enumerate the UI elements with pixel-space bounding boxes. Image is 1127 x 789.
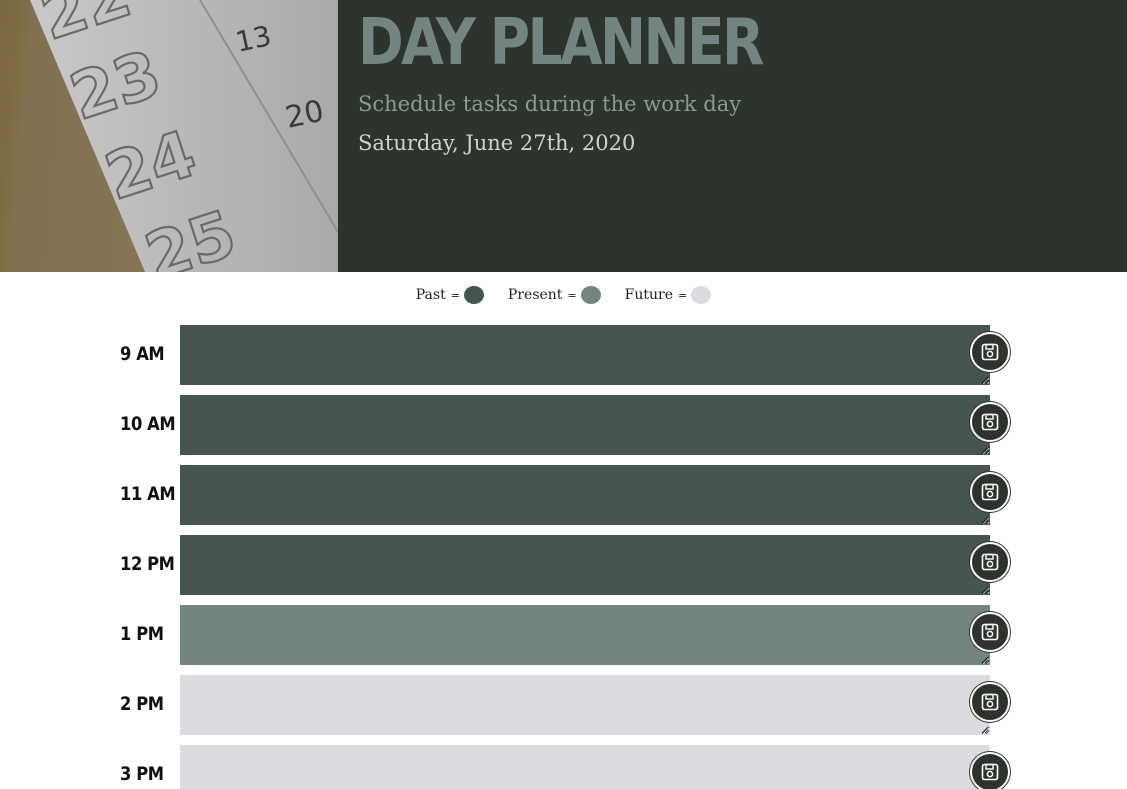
task-input[interactable] bbox=[180, 605, 990, 665]
current-date: Saturday, June 27th, 2020 bbox=[358, 131, 636, 155]
task-input[interactable] bbox=[180, 465, 990, 525]
floppy-disk-icon bbox=[981, 763, 999, 781]
legend-label-past: Past bbox=[415, 287, 446, 303]
task-input[interactable] bbox=[180, 395, 990, 455]
legend-item-past: Past = bbox=[416, 286, 484, 304]
page-title: DAY PLANNER bbox=[358, 6, 764, 80]
floppy-disk-icon bbox=[981, 413, 999, 431]
hour-label: 10 AM bbox=[120, 413, 176, 435]
hour-label: 1 PM bbox=[120, 623, 164, 645]
legend-label-future: Future bbox=[624, 287, 674, 303]
legend-dot-future bbox=[691, 286, 712, 304]
hour-label: 12 PM bbox=[120, 553, 175, 575]
floppy-disk-icon bbox=[981, 693, 999, 711]
hour-label: 11 AM bbox=[120, 483, 176, 505]
page-subtitle: Schedule tasks during the work day bbox=[358, 92, 742, 116]
save-button[interactable] bbox=[970, 472, 1010, 512]
hour-label: 2 PM bbox=[120, 693, 164, 715]
floppy-disk-icon bbox=[981, 343, 999, 361]
calendar-image: 22 23 24 25 13 20 bbox=[0, 0, 338, 272]
floppy-disk-icon bbox=[981, 553, 999, 571]
legend-dot-present bbox=[580, 286, 601, 304]
legend-equals: = bbox=[567, 288, 577, 302]
task-input[interactable] bbox=[180, 535, 990, 595]
legend-equals: = bbox=[678, 288, 688, 302]
calendar-photo: 22 23 24 25 13 20 bbox=[0, 0, 338, 272]
save-button[interactable] bbox=[970, 332, 1010, 372]
save-button[interactable] bbox=[970, 542, 1010, 582]
task-input[interactable] bbox=[180, 325, 990, 385]
hour-row: 10 AM bbox=[0, 395, 1127, 465]
floppy-disk-icon bbox=[981, 623, 999, 641]
hour-row: 2 PM bbox=[0, 675, 1127, 745]
hour-row: 11 AM bbox=[0, 465, 1127, 535]
time-legend: Past = Present = Future = bbox=[0, 286, 1127, 304]
hour-row: 12 PM bbox=[0, 535, 1127, 605]
save-button[interactable] bbox=[970, 682, 1010, 722]
legend-label-present: Present bbox=[507, 287, 563, 303]
hour-rows: 9 AM 10 AM 11 AM 12 PM 1 PM 2 PM 3 PM bbox=[0, 325, 1127, 789]
task-input[interactable] bbox=[180, 675, 990, 735]
save-button[interactable] bbox=[970, 402, 1010, 442]
header: 22 23 24 25 13 20 DAY PLANNER Schedule t… bbox=[0, 0, 1127, 272]
hour-row: 1 PM bbox=[0, 605, 1127, 675]
legend-item-future: Future = bbox=[625, 286, 712, 304]
save-button[interactable] bbox=[970, 752, 1010, 789]
hour-row: 9 AM bbox=[0, 325, 1127, 395]
hour-label: 3 PM bbox=[120, 763, 164, 785]
floppy-disk-icon bbox=[981, 483, 999, 501]
save-button[interactable] bbox=[970, 612, 1010, 652]
task-input[interactable] bbox=[180, 745, 990, 789]
hour-row: 3 PM bbox=[0, 745, 1127, 789]
legend-item-present: Present = bbox=[508, 286, 601, 304]
hour-label: 9 AM bbox=[120, 343, 165, 365]
legend-equals: = bbox=[450, 288, 460, 302]
legend-dot-past bbox=[463, 286, 484, 304]
